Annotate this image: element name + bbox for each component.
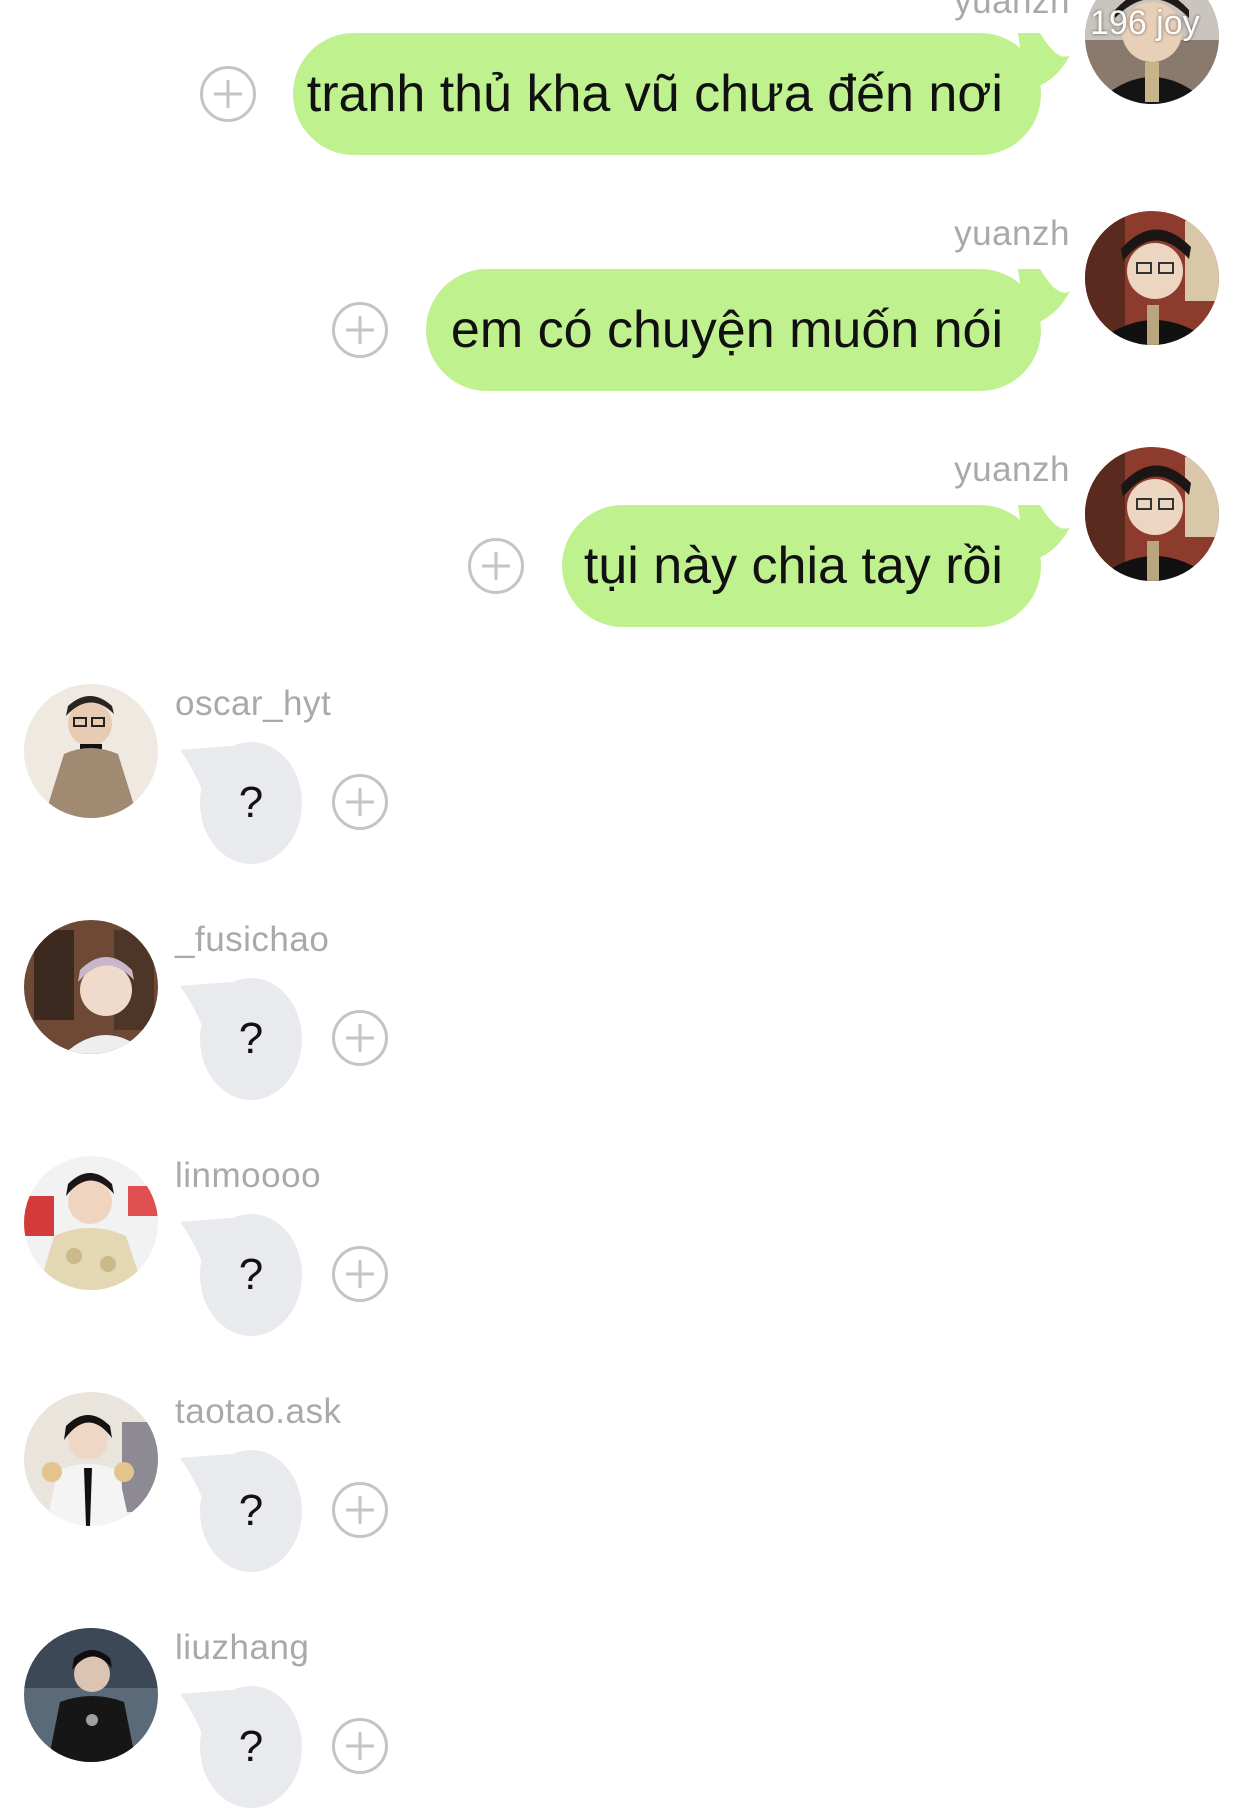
add-reaction-button[interactable] [332,1010,388,1066]
message-text: ? [238,1722,264,1771]
bubble-tail [1018,33,1070,91]
sender-name: taotao.ask [175,1392,342,1431]
sender-name: oscar_hyt [175,684,332,723]
add-reaction-button[interactable] [332,1482,388,1538]
sender-name: linmoooo [175,1156,322,1195]
outgoing-message-bubble[interactable]: tụi này chia tay rồi [562,505,1041,627]
sender-name: liuzhang [175,1628,310,1667]
sender-name: yuanzh [954,450,1070,489]
bubble-tail [1018,505,1070,563]
avatar[interactable] [24,1392,158,1526]
avatar[interactable] [24,920,158,1054]
sender-name: _fusichao [175,920,330,959]
avatar[interactable] [24,684,158,818]
add-reaction-button[interactable] [468,538,524,594]
incoming-message-bubble[interactable]: ? [200,1686,302,1808]
add-reaction-button[interactable] [200,66,256,122]
message-text: tranh thủ kha vũ chưa đến nơi [306,65,1003,123]
bubble-tail [1018,269,1070,327]
add-reaction-button[interactable] [332,1718,388,1774]
message-text: tụi này chia tay rồi [583,537,1003,595]
incoming-message-bubble[interactable]: ? [200,1450,302,1572]
message-text: ? [238,1014,264,1063]
watermark: 196 joy [1090,4,1200,42]
incoming-message-bubble[interactable]: ? [200,742,302,864]
avatar[interactable] [24,1628,158,1762]
avatar[interactable] [1085,447,1219,581]
sender-name: yuanzh [954,0,1070,21]
add-reaction-button[interactable] [332,302,388,358]
message-text: ? [238,1486,264,1535]
incoming-message-bubble[interactable]: ? [200,978,302,1100]
message-text: ? [238,1250,264,1299]
add-reaction-button[interactable] [332,1246,388,1302]
add-reaction-button[interactable] [332,774,388,830]
sender-name: yuanzh [954,214,1070,253]
message-text: em có chuyện muốn nói [450,301,1003,359]
avatar[interactable] [1085,211,1219,345]
outgoing-message-bubble[interactable]: em có chuyện muốn nói [426,269,1041,391]
avatar[interactable] [24,1156,158,1290]
incoming-message-bubble[interactable]: ? [200,1214,302,1336]
outgoing-message-bubble[interactable]: tranh thủ kha vũ chưa đến nơi [293,33,1041,155]
message-text: ? [238,778,264,827]
